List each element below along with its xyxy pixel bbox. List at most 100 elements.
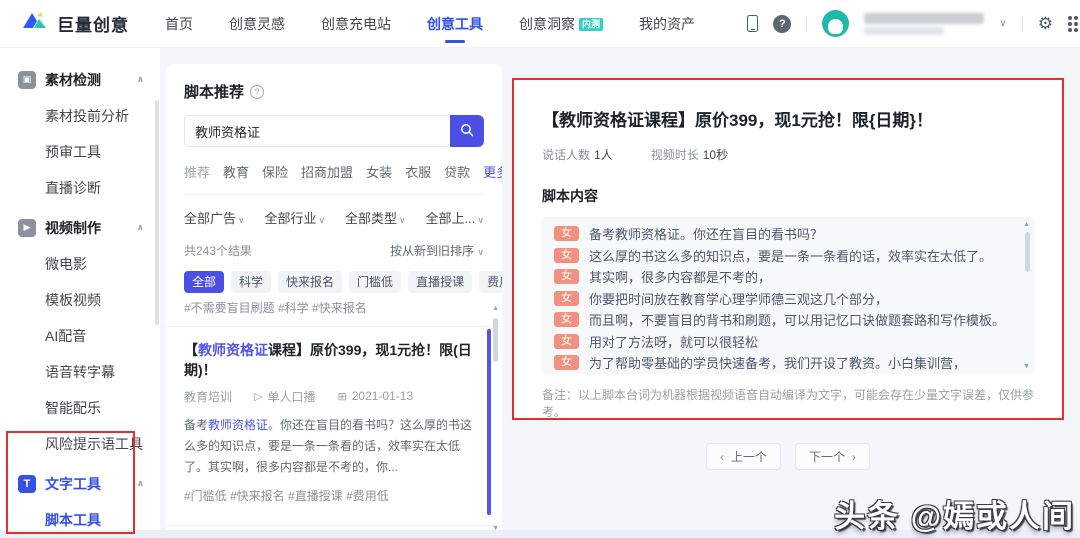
category-clothes[interactable]: 衣服 (405, 162, 431, 181)
apps-grid-icon[interactable] (1068, 15, 1080, 32)
filter-industry[interactable]: 全部行业 ∨ (265, 208, 326, 227)
collapse-caret-icon[interactable]: ∧ (137, 478, 144, 489)
filter-type[interactable]: 全部类型 ∨ (345, 208, 406, 227)
tag-pill-live-teaching[interactable]: 直播授课 (408, 271, 473, 293)
scroll-down-arrow-icon[interactable]: ▼ (1023, 363, 1030, 370)
sidebar-section-text-tools[interactable]: T 文字工具 ∧ (0, 465, 160, 502)
transcription-disclaimer: 备注：以上脚本台词为机器根据视频语音自动编译为文字，可能会存在少量文字误差，仅供… (542, 388, 1035, 419)
sidebar-item-preaudit-tool[interactable]: 预审工具 (0, 134, 160, 170)
panel-title: 脚本推荐 (184, 84, 245, 101)
nav-item-creative-tools[interactable]: 创意工具 (427, 14, 483, 43)
sidebar-item-pre-launch-analysis[interactable]: 素材投前分析 (0, 98, 160, 134)
settings-gear-icon[interactable]: ⚙ (1038, 14, 1053, 34)
card-form: ▷ 单人口播 (254, 389, 316, 404)
list-scrollbar-thumb[interactable] (493, 318, 498, 362)
sidebar-item-ai-dubbing[interactable]: AI配音 (0, 318, 160, 354)
sidebar-item-live-diagnosis[interactable]: 直播诊断 (0, 170, 160, 206)
speaker-badge: 女 (554, 247, 579, 263)
category-education[interactable]: 教育 (223, 162, 249, 181)
search-input[interactable] (184, 115, 450, 147)
script-line: 女为了帮助零基础的学员快速备考，我们开设了教资。小白集训营， (554, 353, 1008, 374)
script-result-list: #不需要盲目刷题 #科学 #快来报名 【教师资格证课程】原价399，现1元抢！限… (166, 302, 502, 538)
divider (806, 15, 808, 32)
mobile-app-icon[interactable] (747, 15, 759, 32)
more-categories-button[interactable]: 更多 ∨ (483, 162, 502, 181)
collapse-caret-icon[interactable]: ∧ (137, 74, 144, 85)
search-icon (460, 123, 474, 140)
scroll-up-arrow-icon[interactable]: ▲ (492, 305, 499, 312)
script-line: 女其实啊，很多内容都是不考的， (554, 267, 1008, 289)
category-insurance[interactable]: 保险 (262, 162, 288, 181)
help-icon[interactable]: ? (773, 14, 792, 33)
sidebar-scrollbar[interactable] (155, 100, 159, 325)
speaker-badge: 女 (554, 290, 579, 306)
card-excerpt: 备考教师资格证。你还在盲目的看书吗？这么厚的书这么多的知识点，要是一条一条看的话… (184, 417, 473, 474)
sidebar-item-risk-warning-tool[interactable]: 风险提示语工具 (0, 426, 160, 462)
sidebar-item-speech-to-subtitle[interactable]: 语音转字幕 (0, 354, 160, 390)
watermark-toutiao: 头条 @嫣或人间 (834, 499, 1075, 534)
nav-item-inspiration[interactable]: 创意灵感 (229, 14, 285, 34)
tag-pill-signup[interactable]: 快来报名 (278, 271, 343, 293)
category-franchise[interactable]: 招商加盟 (301, 162, 353, 181)
script-search-panel: 脚本推荐 ? 推荐 教育 保险 招商加盟 女装 衣服 贷款 更多 ∨ (166, 64, 502, 538)
top-navbar: 巨量创意 首页 创意灵感 创意充电站 创意工具 创意洞察 内测 我的资产 ? ∨ … (0, 0, 1080, 48)
chevron-down-icon: ∨ (477, 215, 484, 225)
chevron-down-icon: ∨ (238, 215, 245, 225)
chevron-left-icon: ‹ (719, 449, 724, 464)
nav-item-insight[interactable]: 创意洞察 内测 (519, 14, 604, 34)
question-circle-icon[interactable]: ? (250, 84, 265, 99)
previous-button[interactable]: ‹ 上一个 (705, 443, 781, 470)
text-tools-icon: T (18, 474, 36, 493)
tag-pill-science[interactable]: 科学 (231, 271, 272, 293)
sidebar-item-template-video[interactable]: 模板视频 (0, 282, 160, 318)
chevron-down-icon: ∨ (399, 215, 406, 225)
script-line: 女你要把时间放在教育学心理学师德三观这几个部分， (554, 289, 1008, 311)
brand-logo[interactable]: 巨量创意 (22, 11, 129, 36)
nav-item-home[interactable]: 首页 (165, 14, 193, 34)
calendar-icon: ⊞ (337, 390, 347, 403)
speaker-badge: 女 (554, 269, 579, 284)
category-recommend[interactable]: 推荐 (184, 162, 210, 181)
chevron-down-icon: ∨ (318, 215, 326, 225)
play-icon: ▷ (254, 390, 263, 403)
filter-upload-time[interactable]: 全部上... ∨ (426, 208, 484, 227)
tag-pill-low-threshold[interactable]: 门槛低 (349, 271, 402, 293)
active-tab-underline (445, 39, 465, 43)
nav-item-my-assets[interactable]: 我的资产 (639, 14, 695, 34)
category-womens-wear[interactable]: 女装 (366, 162, 392, 181)
script-line: 女而且啊，不要盲目的背书和刷题，可以用记忆口诀做题套路和写作模板。 (554, 310, 1008, 332)
sidebar-section-material-check[interactable]: ▣ 素材检测 ∧ (0, 61, 160, 98)
detail-title: 【教师资格证课程】原价399，现1元抢！限{日期}！ (542, 111, 934, 130)
collapse-caret-icon[interactable]: ∧ (137, 222, 144, 233)
tag-pill-low-cost[interactable]: 费用低 (479, 271, 502, 293)
script-content-heading: 脚本内容 (542, 188, 598, 204)
avatar[interactable] (822, 10, 850, 37)
sidebar-section-video-production[interactable]: ▶ 视频制作 ∧ (0, 209, 160, 246)
category-loans[interactable]: 贷款 (444, 162, 470, 181)
script-scrollbar-thumb[interactable] (1025, 232, 1030, 272)
sort-order-dropdown[interactable]: 按从新到旧排序 ∨ (390, 242, 484, 259)
divider (184, 194, 484, 195)
logo-icon (22, 11, 48, 36)
chevron-right-icon: › (852, 449, 857, 464)
account-chevron-down-icon[interactable]: ∨ (999, 18, 1006, 29)
divider (1021, 15, 1023, 32)
card-tags: #门槛低 #快来报名 #直播授课 #费用低 (184, 488, 389, 503)
nav-item-charging-station[interactable]: 创意充电站 (321, 14, 391, 34)
filter-ad-type[interactable]: 全部广告 ∨ (184, 208, 245, 227)
script-lines-scrollarea[interactable]: 女备考教师资格证。你还在盲目的看书吗？ 女这么厚的书这么多的知识点，要是一条一条… (542, 217, 1034, 374)
search-button[interactable] (450, 115, 484, 147)
sidebar: ▣ 素材检测 ∧ 素材投前分析 预审工具 直播诊断 ▶ 视频制作 ∧ 微电影 模… (0, 48, 160, 538)
next-button[interactable]: 下一个 › (795, 443, 871, 470)
speaker-count: 说话人数 1人 (542, 148, 613, 162)
brand-name: 巨量创意 (57, 16, 129, 35)
script-line: 女备考教师资格证。你还在盲目的看书吗？ (554, 224, 1008, 246)
app-window: 巨量创意 首页 创意灵感 创意充电站 创意工具 创意洞察 内测 我的资产 ? ∨ … (0, 0, 1080, 538)
sidebar-item-smart-music[interactable]: 智能配乐 (0, 390, 160, 426)
script-card-selected[interactable]: 【教师资格证课程】原价399，现1元抢！限(日期)！ 教育培训 ▷ 单人口播 ⊞ 2… (166, 327, 502, 515)
scroll-up-arrow-icon[interactable]: ▲ (1023, 221, 1030, 228)
script-detail-panel: 【教师资格证课程】原价399，现1元抢！限{日期}！ 说话人数 1人 视频时长 10… (512, 78, 1064, 420)
speaker-badge: 女 (554, 355, 579, 370)
tag-pill-all[interactable]: 全部 (184, 271, 225, 293)
sidebar-item-micro-film[interactable]: 微电影 (0, 246, 160, 282)
